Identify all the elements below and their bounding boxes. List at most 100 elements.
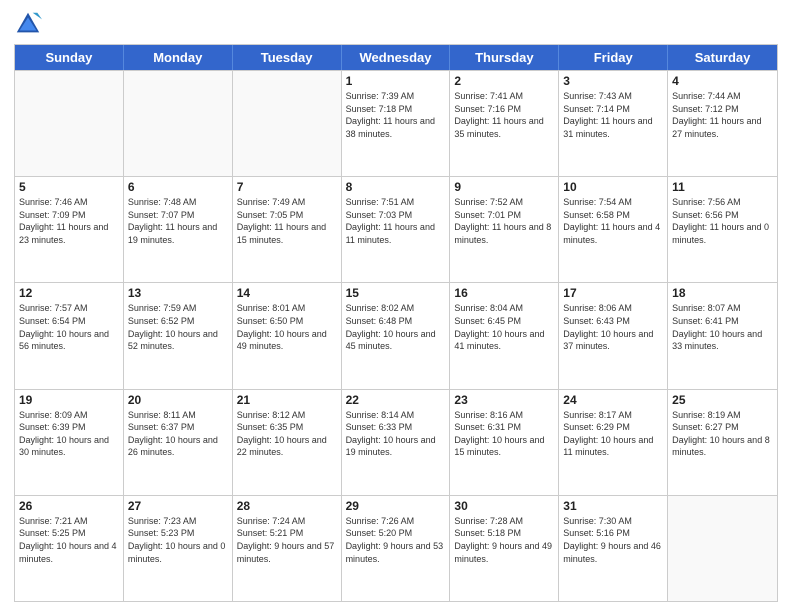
day-number: 28 (237, 499, 337, 513)
day-info: Sunrise: 7:51 AM Sunset: 7:03 PM Dayligh… (346, 196, 446, 246)
calendar: SundayMondayTuesdayWednesdayThursdayFrid… (14, 44, 778, 602)
weekday-header-sunday: Sunday (15, 45, 124, 70)
day-info: Sunrise: 7:24 AM Sunset: 5:21 PM Dayligh… (237, 515, 337, 565)
page: SundayMondayTuesdayWednesdayThursdayFrid… (0, 0, 792, 612)
day-number: 5 (19, 180, 119, 194)
day-number: 15 (346, 286, 446, 300)
day-info: Sunrise: 7:48 AM Sunset: 7:07 PM Dayligh… (128, 196, 228, 246)
day-cell-empty (233, 71, 342, 176)
weekday-header-friday: Friday (559, 45, 668, 70)
day-cell-13: 13 Sunrise: 7:59 AM Sunset: 6:52 PM Dayli… (124, 283, 233, 388)
day-number: 9 (454, 180, 554, 194)
day-info: Sunrise: 7:39 AM Sunset: 7:18 PM Dayligh… (346, 90, 446, 140)
day-number: 7 (237, 180, 337, 194)
day-info: Sunrise: 8:12 AM Sunset: 6:35 PM Dayligh… (237, 409, 337, 459)
day-info: Sunrise: 8:06 AM Sunset: 6:43 PM Dayligh… (563, 302, 663, 352)
day-number: 24 (563, 393, 663, 407)
day-number: 13 (128, 286, 228, 300)
day-info: Sunrise: 8:01 AM Sunset: 6:50 PM Dayligh… (237, 302, 337, 352)
day-cell-26: 26 Sunrise: 7:21 AM Sunset: 5:25 PM Dayli… (15, 496, 124, 601)
day-cell-12: 12Sunrise: 7:57 AM Sunset: 6:54 PM Dayli… (15, 283, 124, 388)
day-cell-10: 10Sunrise: 7:54 AM Sunset: 6:58 PM Dayli… (559, 177, 668, 282)
day-number: 27 (128, 499, 228, 513)
week-row-2: 12Sunrise: 7:57 AM Sunset: 6:54 PM Dayli… (15, 282, 777, 388)
day-cell-31: 31 Sunrise: 7:30 AM Sunset: 5:16 PM Dayli… (559, 496, 668, 601)
day-cell-29: 29 Sunrise: 7:26 AM Sunset: 5:20 PM Dayli… (342, 496, 451, 601)
day-number: 1 (346, 74, 446, 88)
day-info: Sunrise: 7:46 AM Sunset: 7:09 PM Dayligh… (19, 196, 119, 246)
day-number: 16 (454, 286, 554, 300)
day-cell-25: 25Sunrise: 8:19 AM Sunset: 6:27 PM Dayli… (668, 390, 777, 495)
day-number: 20 (128, 393, 228, 407)
day-info: Sunrise: 8:19 AM Sunset: 6:27 PM Dayligh… (672, 409, 773, 459)
day-cell-21: 21 Sunrise: 8:12 AM Sunset: 6:35 PM Dayli… (233, 390, 342, 495)
day-info: Sunrise: 7:54 AM Sunset: 6:58 PM Dayligh… (563, 196, 663, 246)
day-number: 26 (19, 499, 119, 513)
day-cell-8: 8 Sunrise: 7:51 AM Sunset: 7:03 PM Daylig… (342, 177, 451, 282)
day-info: Sunrise: 7:21 AM Sunset: 5:25 PM Dayligh… (19, 515, 119, 565)
day-number: 23 (454, 393, 554, 407)
day-info: Sunrise: 8:16 AM Sunset: 6:31 PM Dayligh… (454, 409, 554, 459)
day-cell-empty (124, 71, 233, 176)
day-info: Sunrise: 7:56 AM Sunset: 6:56 PM Dayligh… (672, 196, 773, 246)
weekday-header-thursday: Thursday (450, 45, 559, 70)
day-info: Sunrise: 7:30 AM Sunset: 5:16 PM Dayligh… (563, 515, 663, 565)
day-number: 29 (346, 499, 446, 513)
day-info: Sunrise: 7:59 AM Sunset: 6:52 PM Dayligh… (128, 302, 228, 352)
day-number: 21 (237, 393, 337, 407)
day-cell-14: 14 Sunrise: 8:01 AM Sunset: 6:50 PM Dayli… (233, 283, 342, 388)
day-cell-empty (15, 71, 124, 176)
day-info: Sunrise: 7:52 AM Sunset: 7:01 PM Dayligh… (454, 196, 554, 246)
week-row-3: 19Sunrise: 8:09 AM Sunset: 6:39 PM Dayli… (15, 389, 777, 495)
day-cell-30: 30 Sunrise: 7:28 AM Sunset: 5:18 PM Dayli… (450, 496, 559, 601)
day-cell-22: 22Sunrise: 8:14 AM Sunset: 6:33 PM Dayli… (342, 390, 451, 495)
week-row-1: 5 Sunrise: 7:46 AM Sunset: 7:09 PM Daylig… (15, 176, 777, 282)
day-cell-empty (668, 496, 777, 601)
day-cell-27: 27 Sunrise: 7:23 AM Sunset: 5:23 PM Dayli… (124, 496, 233, 601)
day-number: 30 (454, 499, 554, 513)
weekday-header-wednesday: Wednesday (342, 45, 451, 70)
day-info: Sunrise: 8:14 AM Sunset: 6:33 PM Dayligh… (346, 409, 446, 459)
day-info: Sunrise: 8:11 AM Sunset: 6:37 PM Dayligh… (128, 409, 228, 459)
logo-icon (14, 10, 42, 38)
day-number: 18 (672, 286, 773, 300)
day-cell-16: 16 Sunrise: 8:04 AM Sunset: 6:45 PM Dayli… (450, 283, 559, 388)
day-cell-24: 24 Sunrise: 8:17 AM Sunset: 6:29 PM Dayli… (559, 390, 668, 495)
day-info: Sunrise: 8:09 AM Sunset: 6:39 PM Dayligh… (19, 409, 119, 459)
logo (14, 10, 46, 38)
day-number: 6 (128, 180, 228, 194)
day-cell-9: 9 Sunrise: 7:52 AM Sunset: 7:01 PM Daylig… (450, 177, 559, 282)
weekday-header-monday: Monday (124, 45, 233, 70)
day-number: 12 (19, 286, 119, 300)
day-info: Sunrise: 7:43 AM Sunset: 7:14 PM Dayligh… (563, 90, 663, 140)
day-info: Sunrise: 7:26 AM Sunset: 5:20 PM Dayligh… (346, 515, 446, 565)
weekday-header-tuesday: Tuesday (233, 45, 342, 70)
day-cell-1: 1 Sunrise: 7:39 AM Sunset: 7:18 PM Daylig… (342, 71, 451, 176)
day-info: Sunrise: 8:04 AM Sunset: 6:45 PM Dayligh… (454, 302, 554, 352)
day-cell-5: 5 Sunrise: 7:46 AM Sunset: 7:09 PM Daylig… (15, 177, 124, 282)
day-number: 17 (563, 286, 663, 300)
day-cell-18: 18 Sunrise: 8:07 AM Sunset: 6:41 PM Dayli… (668, 283, 777, 388)
day-info: Sunrise: 7:28 AM Sunset: 5:18 PM Dayligh… (454, 515, 554, 565)
day-cell-15: 15 Sunrise: 8:02 AM Sunset: 6:48 PM Dayli… (342, 283, 451, 388)
day-cell-19: 19Sunrise: 8:09 AM Sunset: 6:39 PM Dayli… (15, 390, 124, 495)
day-info: Sunrise: 7:41 AM Sunset: 7:16 PM Dayligh… (454, 90, 554, 140)
day-number: 31 (563, 499, 663, 513)
day-cell-2: 2Sunrise: 7:41 AM Sunset: 7:16 PM Daylig… (450, 71, 559, 176)
day-cell-3: 3Sunrise: 7:43 AM Sunset: 7:14 PM Daylig… (559, 71, 668, 176)
day-info: Sunrise: 8:07 AM Sunset: 6:41 PM Dayligh… (672, 302, 773, 352)
calendar-header: SundayMondayTuesdayWednesdayThursdayFrid… (15, 45, 777, 70)
day-number: 11 (672, 180, 773, 194)
day-number: 14 (237, 286, 337, 300)
week-row-0: 1 Sunrise: 7:39 AM Sunset: 7:18 PM Daylig… (15, 70, 777, 176)
day-cell-11: 11 Sunrise: 7:56 AM Sunset: 6:56 PM Dayli… (668, 177, 777, 282)
day-info: Sunrise: 8:17 AM Sunset: 6:29 PM Dayligh… (563, 409, 663, 459)
day-info: Sunrise: 8:02 AM Sunset: 6:48 PM Dayligh… (346, 302, 446, 352)
day-cell-20: 20 Sunrise: 8:11 AM Sunset: 6:37 PM Dayli… (124, 390, 233, 495)
day-info: Sunrise: 7:23 AM Sunset: 5:23 PM Dayligh… (128, 515, 228, 565)
day-info: Sunrise: 7:49 AM Sunset: 7:05 PM Dayligh… (237, 196, 337, 246)
day-info: Sunrise: 7:44 AM Sunset: 7:12 PM Dayligh… (672, 90, 773, 140)
day-cell-6: 6 Sunrise: 7:48 AM Sunset: 7:07 PM Daylig… (124, 177, 233, 282)
day-cell-23: 23 Sunrise: 8:16 AM Sunset: 6:31 PM Dayli… (450, 390, 559, 495)
day-number: 8 (346, 180, 446, 194)
